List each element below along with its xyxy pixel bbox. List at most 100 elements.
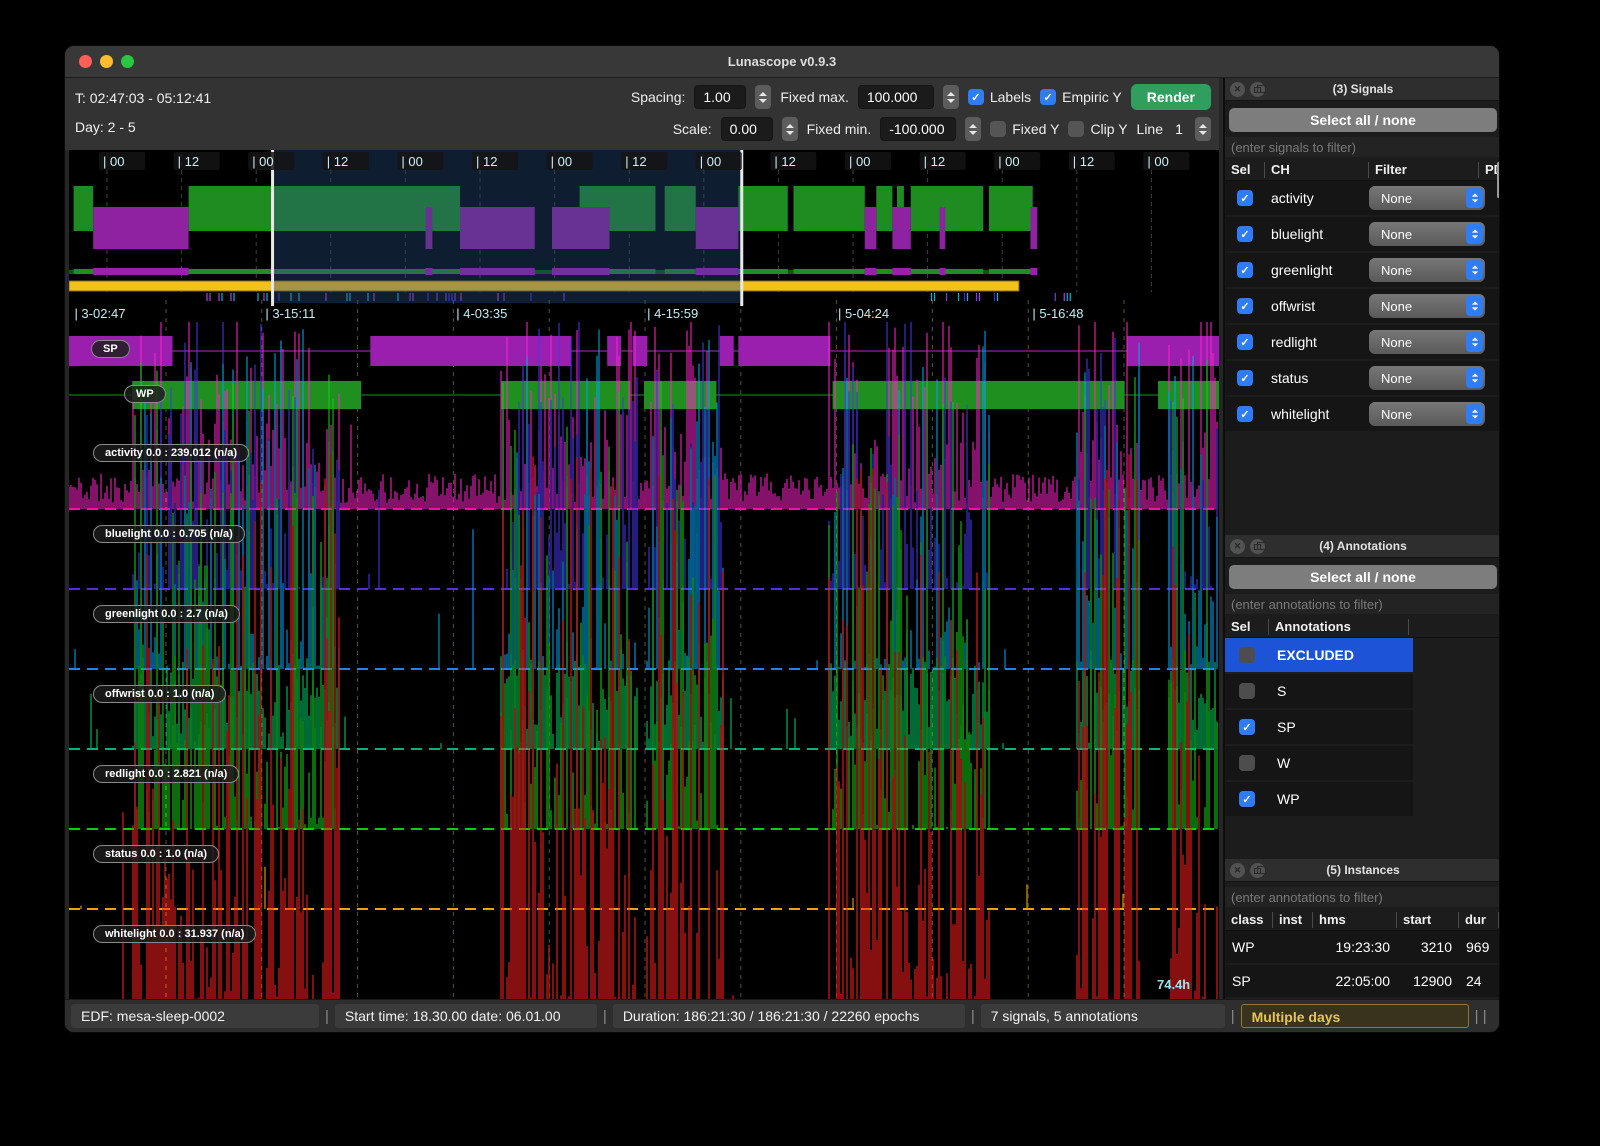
annotation-row-s[interactable]: S [1225,674,1413,708]
instance-row-wp[interactable]: WP19:23:303210969 [1225,931,1500,963]
signal-row-redlight[interactable]: ✓redlightNone [1225,325,1500,359]
status-separator: | [971,1008,975,1025]
annotation-row-excluded[interactable]: EXCLUDED [1225,638,1413,672]
signals-filter-input[interactable] [1225,137,1500,157]
svg-text:| 00: | 00 [103,154,124,169]
svg-text:| 5-04:24: | 5-04:24 [838,306,889,321]
float-panel-icon[interactable] [1250,539,1265,554]
clip-y-checkbox-wrap[interactable]: Clip Y [1068,121,1127,137]
svg-text:| 00: | 00 [700,154,721,169]
svg-text:| 5-16:48: | 5-16:48 [1032,306,1083,321]
svg-text:| 3-02:47: | 3-02:47 [74,306,125,321]
empiric-y-checkbox-wrap[interactable]: ✓ Empiric Y [1040,89,1122,105]
svg-text:| 00: | 00 [401,154,422,169]
render-button[interactable]: Render [1131,84,1211,110]
plot-canvas[interactable]: | 00| 12| 00| 12| 00| 12| 00| 12| 00| 12… [69,150,1219,1001]
scale-label: Scale: [673,121,712,137]
svg-text:| 00: | 00 [551,154,572,169]
fixed-min-stepper[interactable] [965,117,981,141]
signal-row-offwrist[interactable]: ✓ offwristNone [1225,289,1500,323]
window-title: Lunascope v0.9.3 [65,46,1499,78]
signal-plot-area[interactable]: | 00| 12| 00| 12| 00| 12| 00| 12| 00| 12… [69,150,1219,1001]
close-panel-icon[interactable]: ✕ [1230,863,1245,878]
column-header-inst: inst [1273,912,1313,928]
redlight-filter-dropdown[interactable]: None [1369,330,1485,354]
fixed-y-checkbox-wrap[interactable]: Fixed Y [990,121,1059,137]
spacing-stepper[interactable] [755,85,771,109]
svg-text:| 00: | 00 [849,154,870,169]
status-segment-0: EDF: mesa-sleep-0002 [71,1004,319,1028]
offwrist-filter-dropdown[interactable]: None [1369,294,1485,318]
bluelight-filter-dropdown[interactable]: None [1369,222,1485,246]
signals-panel: ✕ (3) Signals Select all / none SelCHFil… [1225,78,1500,535]
instances-panel: ✕ (5) Instances classinsthmsstartdur WP1… [1225,859,1500,1001]
whitelight-checkbox[interactable]: ✓ [1237,406,1253,422]
signals-select-all-button[interactable]: Select all / none [1229,108,1497,132]
clip-y-checkbox[interactable] [1068,121,1084,137]
WP-checkbox[interactable]: ✓ [1239,791,1255,807]
toolbar-row-2: Scale: 0.00 Fixed min. -100.000 Fixed Y … [673,116,1211,142]
scale-stepper[interactable] [782,117,798,141]
annotation-row-w[interactable]: W [1225,746,1413,780]
rendered-duration-label: 74.4h [1157,977,1190,992]
activity-signal-label: activity 0.0 : 239.012 (n/a) [93,444,249,462]
annotation-row-wp[interactable]: ✓WP [1225,782,1413,816]
signal-row-status[interactable]: ✓statusNone [1225,361,1500,395]
status-filter-dropdown[interactable]: None [1369,366,1485,390]
S-checkbox[interactable] [1239,683,1255,699]
title-bar: Lunascope v0.9.3 [65,46,1499,78]
toolbar: T: 02:47:03 - 05:12:41 Day: 2 - 5 Spacin… [65,78,1219,150]
empiric-y-checkbox[interactable]: ✓ [1040,89,1056,105]
labels-checkbox-wrap[interactable]: ✓ Labels [968,89,1031,105]
svg-text:| 00: | 00 [998,154,1019,169]
activity-filter-dropdown[interactable]: None [1369,186,1485,210]
fixed-y-checkbox[interactable] [990,121,1006,137]
signal-row-greenlight[interactable]: ✓greenlightNone [1225,253,1500,287]
annotation-row-sp[interactable]: ✓SP [1225,710,1413,744]
W-checkbox[interactable] [1239,755,1255,771]
annotations-filter-input[interactable] [1225,594,1500,614]
bluelight-checkbox[interactable]: ✓ [1237,226,1253,242]
time-range-label: T: 02:47:03 - 05:12:41 [75,84,211,113]
signal-row-bluelight[interactable]: ✓bluelightNone [1225,217,1500,251]
SP-checkbox[interactable]: ✓ [1239,719,1255,735]
instances-panel-title: (5) Instances [1225,859,1500,882]
instance-start: 3210 [1397,939,1459,955]
line-value[interactable]: 1 [1172,121,1186,137]
empiric-y-checkbox-label: Empiric Y [1062,89,1122,105]
wp-track-label: WP [124,385,166,403]
instance-row-sp[interactable]: SP22:05:001290024 [1225,965,1500,997]
annotations-panel: ✕ (4) Annotations Select all / none SelA… [1225,535,1500,859]
status-checkbox[interactable]: ✓ [1237,370,1253,386]
annotations-select-all-button[interactable]: Select all / none [1229,565,1497,589]
fixed-max-stepper[interactable] [943,85,959,109]
column-header-ch: CH [1265,162,1369,178]
labels-checkbox[interactable]: ✓ [968,89,984,105]
float-panel-icon[interactable] [1250,82,1265,97]
offwrist-checkbox[interactable]: ✓ [1237,298,1253,314]
redlight-checkbox[interactable]: ✓ [1237,334,1253,350]
signals-scrollbar[interactable] [1497,162,1500,198]
dropdown-stepper-icon [1466,332,1483,352]
signal-row-activity[interactable]: ✓activityNone [1225,181,1500,215]
EXCLUDED-checkbox[interactable] [1239,647,1255,663]
labels-checkbox-label: Labels [990,89,1031,105]
instances-filter-input[interactable] [1225,887,1500,907]
spacing-input[interactable]: 1.00 [694,85,746,109]
close-panel-icon[interactable]: ✕ [1230,539,1245,554]
fixed-min-input[interactable]: -100.000 [880,117,956,141]
signal-row-whitelight[interactable]: ✓whitelightNone [1225,397,1500,431]
greenlight-filter-dropdown[interactable]: None [1369,258,1485,282]
fixed-y-checkbox-label: Fixed Y [1012,121,1059,137]
activity-checkbox[interactable]: ✓ [1237,190,1253,206]
sp-track-label: SP [91,340,130,358]
whitelight-filter-dropdown[interactable]: None [1369,402,1485,426]
greenlight-checkbox[interactable]: ✓ [1237,262,1253,278]
close-panel-icon[interactable]: ✕ [1230,82,1245,97]
line-stepper[interactable] [1195,117,1211,141]
signal-name: offwrist [1265,298,1369,314]
fixed-max-input[interactable]: 100.000 [858,85,934,109]
status-segment-1: Start time: 18.30.00 date: 06.01.00 [335,1004,597,1028]
scale-input[interactable]: 0.00 [721,117,773,141]
float-panel-icon[interactable] [1250,863,1265,878]
